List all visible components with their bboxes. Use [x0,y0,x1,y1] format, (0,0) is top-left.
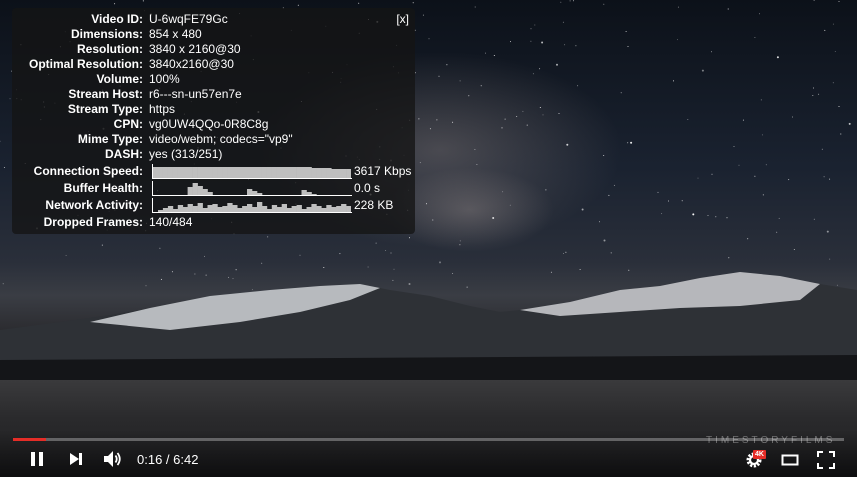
stats-value: 140/484 [149,215,193,229]
time-display: 0:16 / 6:42 [137,452,199,467]
fullscreen-icon [817,451,835,469]
stats-label: Network Activity: [45,198,143,212]
mountain-range [0,272,857,400]
fullscreen-button[interactable] [817,451,835,474]
stats-value: U-6wqFE79Gc [149,12,228,26]
stats-sparkline [152,198,352,213]
channel-watermark: TIMESTORYFILMS [706,435,836,446]
theater-mode-button[interactable] [781,453,799,472]
quality-badge: 4K [753,450,766,459]
pause-button[interactable] [28,450,46,473]
next-button[interactable] [68,451,84,472]
stats-label: Dimensions: [70,27,143,41]
stats-label: Optimal Resolution: [29,57,143,71]
stats-value: 228 KB [354,198,394,212]
progress-played [13,438,47,441]
stats-label: Stream Host: [68,87,143,101]
stats-label: CPN: [113,117,143,131]
stats-value: 3617 Kbps [354,164,412,178]
stats-label: Volume: [96,72,143,86]
stats-value: vg0UW4QQo-0R8C8g [149,117,269,131]
stats-label: Dropped Frames: [43,215,143,229]
stats-label: Resolution: [77,42,143,56]
next-icon [70,453,82,465]
stats-sparkline [152,181,352,196]
mute-button[interactable] [103,450,123,473]
stats-value: 0.0 s [354,181,381,195]
stats-sparkline [152,164,352,179]
stats-label: Stream Type: [67,102,143,116]
pause-icon [31,452,43,466]
stats-label: Buffer Health: [63,181,143,195]
video-player[interactable]: [x] Video ID: U-6wqFE79Gc Dimensions: 854 x… [0,0,857,477]
stats-close-button[interactable]: [x] [396,12,409,26]
stats-value: 3840x2160@30 [149,57,234,71]
stats-label: Mime Type: [77,132,143,146]
stats-label: Connection Speed: [33,164,143,178]
theater-mode-icon [781,454,799,466]
stats-value: 3840 x 2160@30 [149,42,241,56]
stats-for-nerds-panel: [x] Video ID: U-6wqFE79Gc Dimensions: 854 x… [12,8,415,234]
stats-value: yes (313/251) [149,147,223,161]
stats-value: 854 x 480 [149,27,202,41]
volume-icon [104,451,121,467]
stats-label: DASH: [105,147,143,161]
stats-value: 100% [149,72,180,86]
stats-value: https [149,102,176,116]
stats-value: r6---sn-un57en7e [149,87,242,101]
stats-value: video/webm; codecs="vp9" [149,132,293,146]
stats-label: Video ID: [91,12,143,26]
